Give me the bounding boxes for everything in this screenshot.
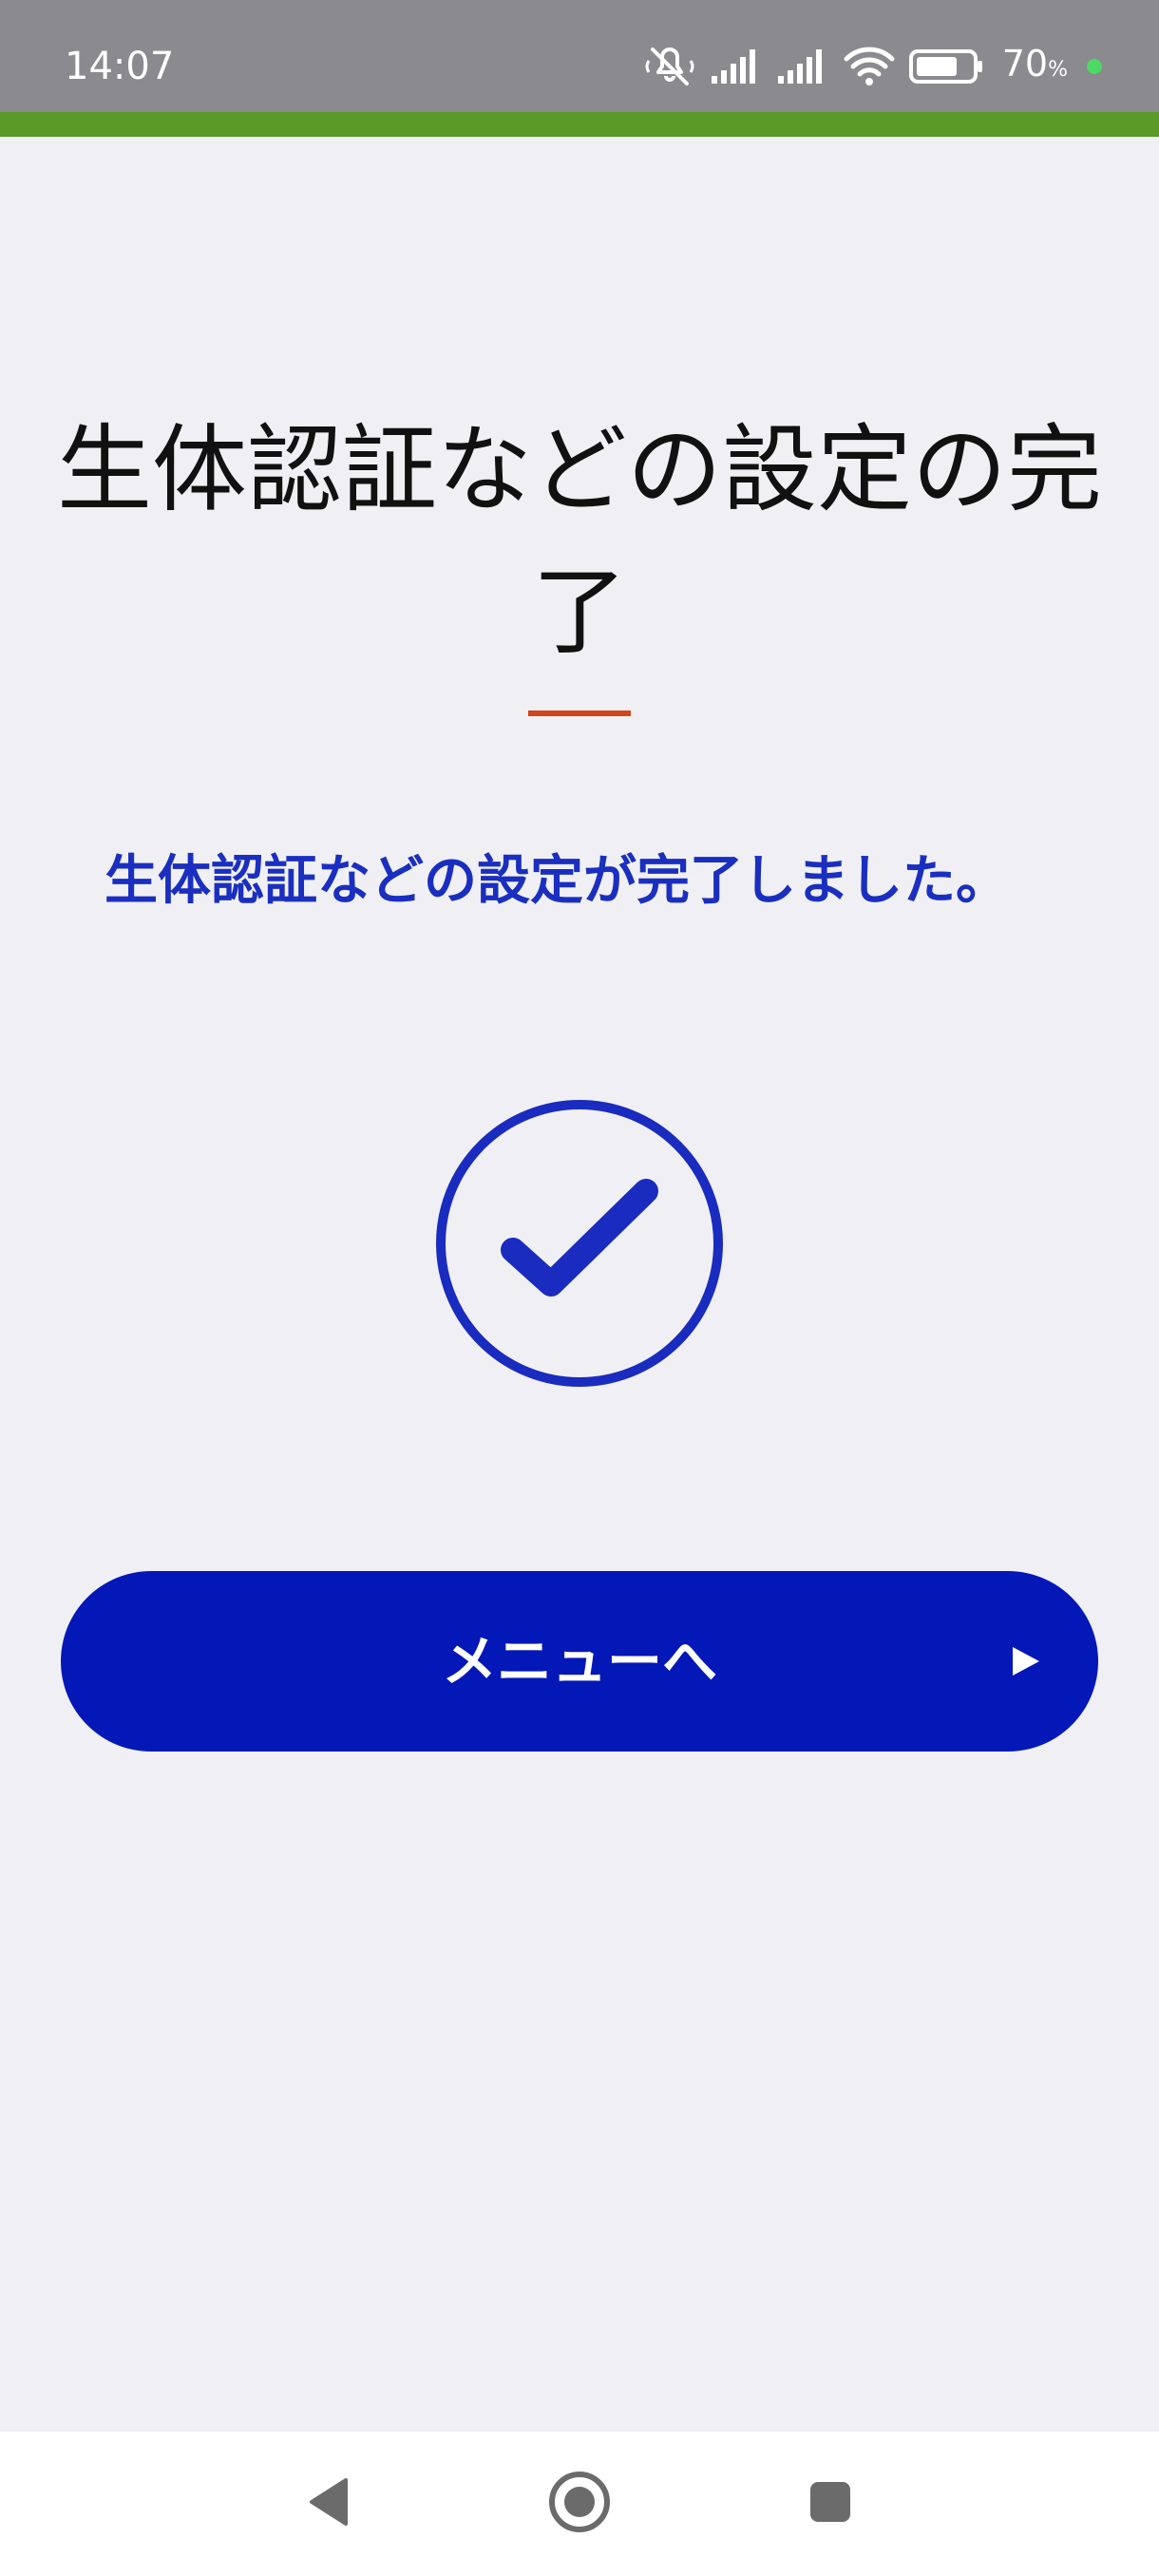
menu-button[interactable]: メニューへ [61, 1571, 1098, 1752]
page-title: 生体認証などの設定の完 了 [57, 399, 1102, 684]
privacy-dot-icon [1087, 59, 1102, 74]
battery-icon [908, 47, 985, 85]
play-arrow-icon [1011, 1645, 1041, 1677]
signal-icon [776, 47, 829, 85]
silent-vibrate-icon [643, 44, 696, 89]
status-bar: 14:07 70% [0, 0, 1159, 112]
back-button[interactable] [272, 2432, 386, 2576]
screen: 14:07 70% 生体認証などの設定の完 了 生体認証などの設定が完了しました… [0, 0, 1159, 2576]
home-button[interactable] [522, 2432, 636, 2576]
accent-bar [0, 112, 1159, 137]
battery-text: 70% [1002, 39, 1068, 95]
page-title-line2: 了 [532, 557, 627, 668]
page-title-line1: 生体認証などの設定の完 [57, 414, 1102, 525]
status-time: 14:07 [65, 45, 175, 88]
wifi-icon [843, 46, 896, 87]
status-icons: 70% [643, 38, 1102, 95]
completion-message: 生体認証などの設定が完了しました。 [104, 850, 1009, 912]
title-underline [528, 710, 631, 716]
recents-icon [808, 2480, 852, 2528]
navigation-bar [0, 2432, 1159, 2576]
battery-unit: % [1048, 57, 1068, 82]
check-circle-icon [432, 1096, 727, 1391]
menu-button-label: メニューへ [441, 1629, 717, 1694]
battery-percent: 70 [1001, 42, 1049, 85]
home-icon [548, 2471, 611, 2537]
back-icon [306, 2476, 352, 2531]
signal-icon [710, 47, 763, 85]
recents-button[interactable] [773, 2432, 887, 2576]
